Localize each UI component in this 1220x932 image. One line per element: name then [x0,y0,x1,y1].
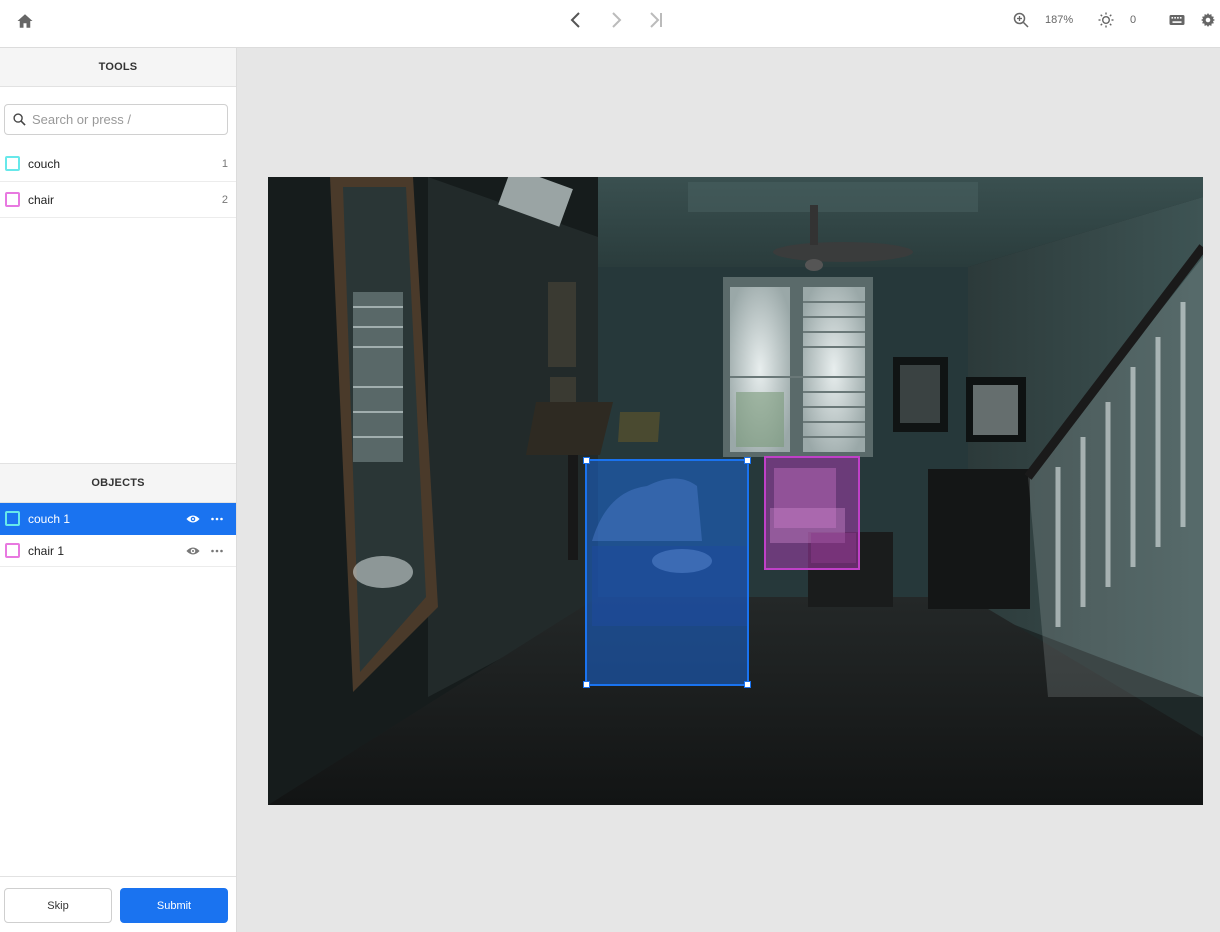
chevron-left-icon [570,12,580,28]
visibility-toggle[interactable] [186,544,200,558]
tools-heading: TOOLS [0,48,236,87]
tool-item-chair[interactable]: chair 2 [0,182,236,218]
eye-icon [186,515,200,522]
brightness-value: 0 [1130,14,1137,26]
more-options-button[interactable] [210,544,224,558]
chevron-right-icon [612,12,622,28]
objects-heading: OBJECTS [0,464,236,503]
tool-count: 2 [221,193,228,206]
bbox-chair-1[interactable] [764,456,860,570]
couch-color-swatch [5,511,20,526]
top-toolbar: 187% 0 [0,0,1220,48]
resize-handle-tl[interactable] [583,457,590,464]
eye-icon [186,547,200,554]
resize-handle-tr[interactable] [744,457,751,464]
previous-button[interactable] [565,9,587,31]
zoom-button[interactable] [1010,9,1032,31]
tool-label: couch [28,156,61,171]
home-button[interactable] [14,10,36,32]
last-button[interactable] [645,9,667,31]
tool-count: 1 [221,157,228,170]
chair-color-swatch [5,192,20,207]
search-icon [13,113,26,126]
gear-icon [1201,13,1215,27]
more-horizontal-icon [211,549,223,552]
more-options-button[interactable] [210,512,224,526]
resize-handle-bl[interactable] [583,681,590,688]
sidebar: TOOLS couch 1 chair 2 OBJECTS couch 1 ch… [0,48,237,932]
more-horizontal-icon [211,517,223,520]
object-label: chair 1 [28,543,65,558]
tool-search[interactable] [4,104,228,135]
submit-button[interactable]: Submit [120,888,228,923]
keyboard-shortcuts-button[interactable] [1166,9,1188,31]
chair-shape [770,468,856,563]
object-label: couch 1 [28,511,71,526]
sun-icon [1098,12,1114,28]
couch-shape [592,478,747,626]
home-icon [17,14,33,28]
annotation-canvas[interactable] [268,177,1203,805]
skip-to-end-icon [650,12,662,28]
search-input[interactable] [32,112,212,127]
couch-color-swatch [5,156,20,171]
resize-handle-br[interactable] [744,681,751,688]
object-item-chair-1[interactable]: chair 1 [0,535,236,567]
zoom-level: 187% [1045,14,1074,26]
next-button[interactable] [605,9,627,31]
zoom-in-icon [1013,12,1029,28]
chair-color-swatch [5,543,20,558]
tool-label: chair [28,192,55,207]
settings-button[interactable] [1198,9,1218,31]
footer-divider [0,876,236,877]
visibility-toggle[interactable] [186,512,200,526]
brightness-button[interactable] [1095,9,1117,31]
bbox-couch-1[interactable] [583,457,751,688]
keyboard-icon [1169,15,1185,25]
object-item-couch-1[interactable]: couch 1 [0,503,236,535]
skip-button[interactable]: Skip [4,888,112,923]
tool-item-couch[interactable]: couch 1 [0,146,236,182]
